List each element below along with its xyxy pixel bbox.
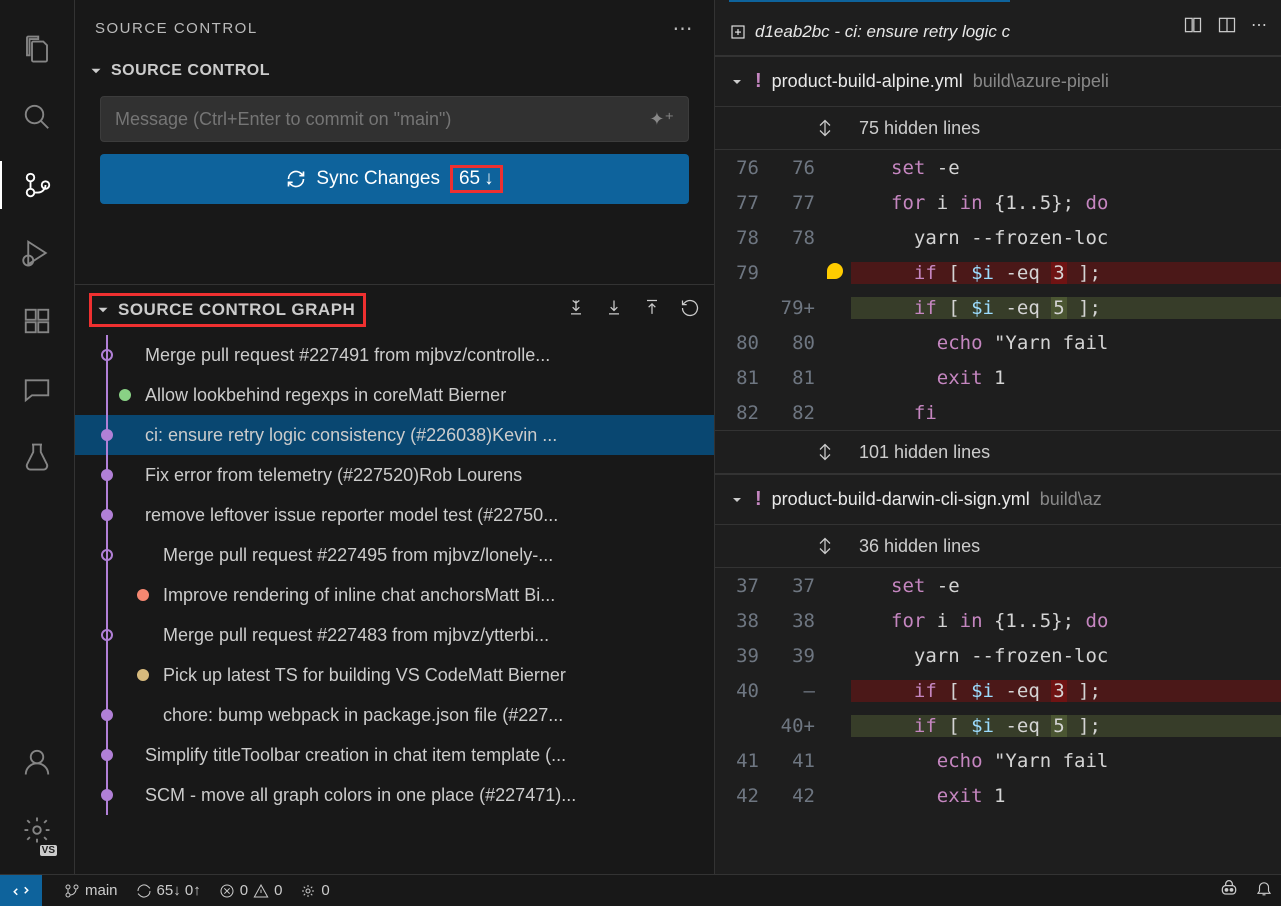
code-line: 79+ if [ $i -eq 5 ]; <box>715 290 1281 325</box>
sync-status[interactable]: 65↓ 0↑ <box>136 882 201 899</box>
commit-row[interactable]: Fix error from telemetry (#227520)Rob Lo… <box>75 455 714 495</box>
hidden-lines-indicator[interactable]: 75 hidden lines <box>715 106 1281 150</box>
sidebar-title: SOURCE CONTROL <box>95 20 258 37</box>
code-line: 40— if [ $i -eq 3 ]; <box>715 673 1281 708</box>
commit-row[interactable]: SCM - move all graph colors in one place… <box>75 775 714 815</box>
sync-label: Sync Changes <box>316 168 440 190</box>
code-line: 8080 echo "Yarn fail <box>715 325 1281 360</box>
code-line: 8282 fi <box>715 395 1281 430</box>
code-line: 7878 yarn --frozen-loc <box>715 220 1281 255</box>
graph-title: SOURCE CONTROL GRAPH <box>118 300 355 320</box>
hidden-lines-indicator[interactable]: 101 hidden lines <box>715 430 1281 474</box>
diff-container: !product-build-alpine.ymlbuild\azure-pip… <box>715 56 1281 813</box>
commit-message-field[interactable] <box>115 109 649 130</box>
editor-area: d1eab2bc - ci: ensure retry logic c ⋯ !p… <box>715 0 1281 874</box>
branch-indicator[interactable]: main <box>64 882 118 899</box>
activity-bar <box>0 0 75 874</box>
commit-row[interactable]: Merge pull request #227491 from mjbvz/co… <box>75 335 714 375</box>
hidden-lines-indicator[interactable]: 36 hidden lines <box>715 524 1281 568</box>
accounts-icon[interactable] <box>13 738 61 786</box>
refresh-icon[interactable] <box>680 298 700 323</box>
commit-row[interactable]: remove leftover issue reporter model tes… <box>75 495 714 535</box>
source-control-graph-section: SOURCE CONTROL GRAPH Merge pull request … <box>75 284 714 815</box>
fetch-icon[interactable] <box>566 298 586 323</box>
code-line: 40+ if [ $i -eq 5 ]; <box>715 708 1281 743</box>
sparkle-icon[interactable]: ✦⁺ <box>649 109 674 130</box>
more-icon[interactable]: ⋯ <box>1251 15 1267 40</box>
tab-title: d1eab2bc - ci: ensure retry logic c <box>755 22 1010 42</box>
sync-icon <box>286 169 306 189</box>
explorer-icon[interactable] <box>13 25 61 73</box>
diff-file-header[interactable]: !product-build-alpine.ymlbuild\azure-pip… <box>715 56 1281 106</box>
commit-row[interactable]: Pick up latest TS for building VS CodeMa… <box>75 655 714 695</box>
code-line: 3737set -e <box>715 568 1281 603</box>
bell-icon[interactable] <box>1255 879 1273 903</box>
commit-row[interactable]: Merge pull request #227495 from mjbvz/lo… <box>75 535 714 575</box>
extensions-icon[interactable] <box>13 297 61 345</box>
settings-icon[interactable] <box>13 806 61 854</box>
split-right-icon[interactable] <box>1183 15 1203 40</box>
graph-header[interactable]: SOURCE CONTROL GRAPH <box>75 285 714 335</box>
problems-status[interactable]: 0 0 <box>219 882 283 899</box>
commit-row[interactable]: ci: ensure retry logic consistency (#226… <box>75 415 714 455</box>
commit-row[interactable]: Improve rendering of inline chat anchors… <box>75 575 714 615</box>
copilot-icon[interactable] <box>1219 879 1239 903</box>
commit-message-input[interactable]: ✦⁺ <box>100 96 689 142</box>
commit-row[interactable]: Merge pull request #227483 from mjbvz/yt… <box>75 615 714 655</box>
layout-icon[interactable] <box>1217 15 1237 40</box>
more-actions-icon[interactable]: ⋯ <box>673 16 695 41</box>
source-control-icon[interactable] <box>0 161 74 209</box>
code-line: 3838for i in {1..5}; do <box>715 603 1281 638</box>
commit-row[interactable]: Allow lookbehind regexps in coreMatt Bie… <box>75 375 714 415</box>
sidebar: SOURCE CONTROL ⋯ SOURCE CONTROL ✦⁺ Sync … <box>75 0 715 874</box>
chat-icon[interactable] <box>13 365 61 413</box>
diff-icon <box>729 23 747 41</box>
code-line: 79 if [ $i -eq 3 ]; <box>715 255 1281 290</box>
editor-tab[interactable]: d1eab2bc - ci: ensure retry logic c <box>729 0 1010 55</box>
pull-icon[interactable] <box>604 298 624 323</box>
sidebar-header: SOURCE CONTROL ⋯ <box>75 0 714 56</box>
code-line: 8181 exit 1 <box>715 360 1281 395</box>
code-line: 7676set -e <box>715 150 1281 185</box>
commit-row[interactable]: chore: bump webpack in package.json file… <box>75 695 714 735</box>
code-line: 3939 yarn --frozen-loc <box>715 638 1281 673</box>
commit-row[interactable]: Simplify titleToolbar creation in chat i… <box>75 735 714 775</box>
section-header[interactable]: SOURCE CONTROL <box>75 56 714 86</box>
status-bar: main 65↓ 0↑ 0 0 0 <box>0 874 1281 906</box>
push-icon[interactable] <box>642 298 662 323</box>
code-line: 7777for i in {1..5}; do <box>715 185 1281 220</box>
section-title-text: SOURCE CONTROL <box>111 62 270 80</box>
diff-file-header[interactable]: !product-build-darwin-cli-sign.ymlbuild\… <box>715 474 1281 524</box>
sync-count-box: 65↓ <box>450 165 503 193</box>
sync-changes-button[interactable]: Sync Changes 65↓ <box>100 154 689 204</box>
code-line: 4242 exit 1 <box>715 778 1281 813</box>
ports-status[interactable]: 0 <box>300 882 329 899</box>
code-line: 4141 echo "Yarn fail <box>715 743 1281 778</box>
testing-icon[interactable] <box>13 433 61 481</box>
remote-button[interactable] <box>0 875 42 906</box>
graph-actions <box>566 298 700 323</box>
search-icon[interactable] <box>13 93 61 141</box>
tab-bar: d1eab2bc - ci: ensure retry logic c ⋯ <box>715 0 1281 56</box>
commit-graph-list: Merge pull request #227491 from mjbvz/co… <box>75 335 714 815</box>
debug-icon[interactable] <box>13 229 61 277</box>
